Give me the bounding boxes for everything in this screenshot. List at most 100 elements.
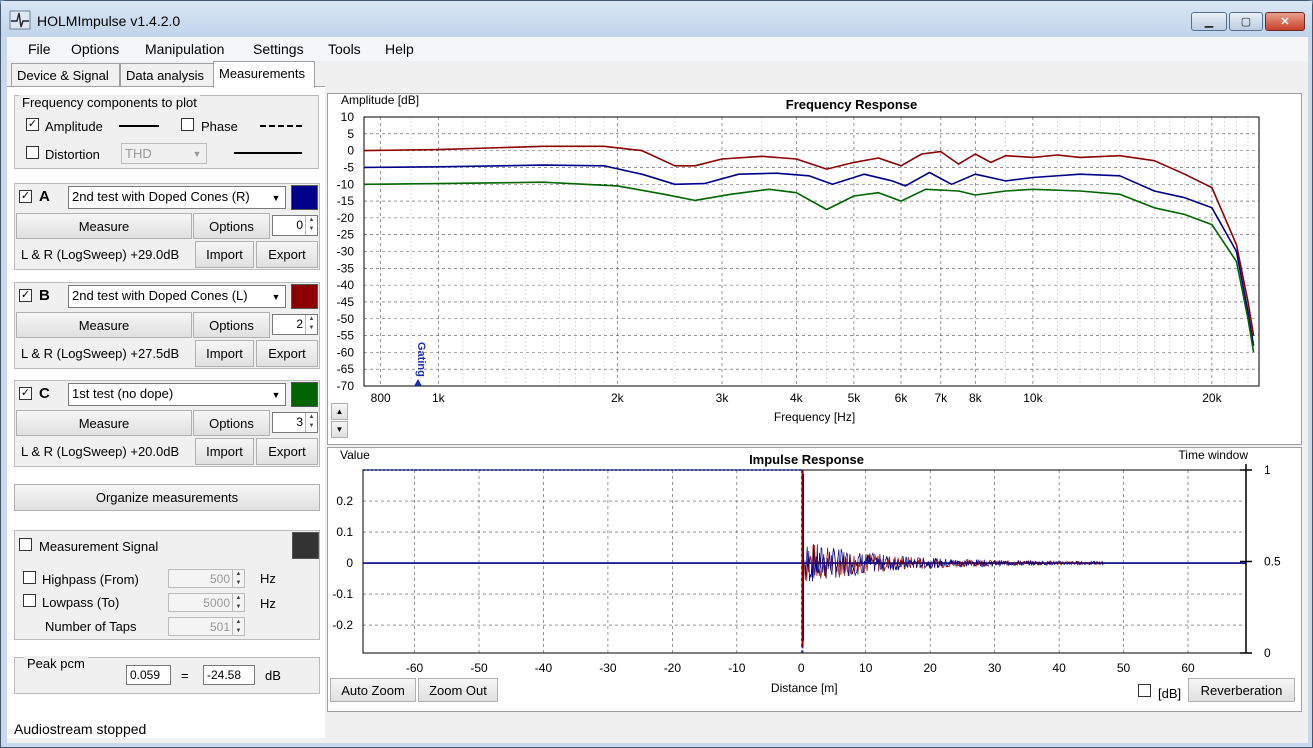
x-tick-label: 10 [859,661,873,675]
measurement-enable-checkbox[interactable]: ✓ [19,289,32,302]
measure-button[interactable]: Measure [16,410,192,436]
distortion-line-legend [234,152,302,154]
time-window-tick-label: 0 [1264,646,1271,660]
db-checkbox[interactable] [1138,684,1151,697]
menu-options[interactable]: Options [71,41,119,57]
amplitude-checkbox[interactable]: ✓ [26,118,39,131]
title-bar[interactable]: HOLMImpulse v1.4.2.0 ▁ ▢ ✕ [1,1,1312,37]
x-tick-label: -20 [664,661,682,675]
measurement-enable-checkbox[interactable]: ✓ [19,387,32,400]
close-button[interactable]: ✕ [1265,12,1305,31]
smoothing-input[interactable]: 3 ▲ ▼ [272,412,318,433]
tab-measurements[interactable]: Measurements [213,61,315,88]
measurement-name-select[interactable]: 1st test (no dope) ▼ [68,383,286,406]
lowpass-input[interactable]: 5000 ▲ ▼ [168,593,245,612]
distortion-checkbox[interactable] [26,146,39,159]
tab-device-signal[interactable]: Device & Signal [11,63,120,86]
time-window-tick-label: 0.5 [1264,555,1281,569]
options-button[interactable]: Options [193,312,270,338]
distortion-select[interactable]: THD ▼ [121,143,207,164]
y-tick-label: 0 [346,556,353,570]
y-tick-label: -35 [337,261,355,275]
phase-checkbox[interactable] [181,118,194,131]
x-axis-label: Frequency [Hz] [774,410,855,424]
reverberation-button[interactable]: Reverberation [1188,678,1295,702]
zoom-out-button[interactable]: Zoom Out [418,678,498,702]
measure-button[interactable]: Measure [16,312,192,338]
x-tick-label: 1k [432,391,446,405]
x-tick-label: 4k [790,391,804,405]
x-tick-label: 800 [371,391,391,405]
equals-sign: = [181,668,189,683]
organize-measurements-button[interactable]: Organize measurements [14,484,320,511]
measurement-letter: B [39,287,50,304]
impulse-response-chart[interactable]: -60 -50 -40 -30 -20 -10 0 10 20 30 40 50 600.20.10-0… [328,448,1301,711]
smoothing-input[interactable]: 0 ▲ ▼ [272,215,318,236]
chevron-down-icon: ▼ [192,148,202,159]
highpass-input[interactable]: 500 ▲ ▼ [168,569,245,588]
import-button[interactable]: Import [195,241,254,268]
window-title: HOLMImpulse v1.4.2.0 [37,13,181,29]
spinner-arrows-icon[interactable]: ▲ ▼ [305,216,317,235]
peak-value: 0.059 [126,665,171,685]
spinner-arrows-icon[interactable]: ▲ ▼ [232,570,244,587]
x-tick-label: -50 [470,661,488,675]
tab-data-analysis[interactable]: Data analysis [120,63,214,86]
spinner-arrows-icon[interactable]: ▲ ▼ [232,594,244,611]
minimize-button[interactable]: ▁ [1191,12,1227,31]
signal-color-swatch[interactable] [292,532,319,559]
import-button[interactable]: Import [195,438,254,465]
measurement-color-swatch[interactable] [291,284,318,309]
menu-file[interactable]: File [28,41,51,57]
client-area: File Options Manipulation Settings Tools… [7,37,1308,743]
db-label: [dB] [1158,686,1182,701]
frequency-response-chart[interactable]: 800 1k 2k 3k 4k 5k 6k 7k 8k 10k 20k 10 5 0 -5 -10 -15 -20… [328,94,1301,444]
measurement-info: L & R (LogSweep) +20.0dB [21,444,180,459]
measurement-signal-checkbox[interactable] [19,538,32,551]
measurement-name-select[interactable]: 2nd test with Doped Cones (L) ▼ [68,285,286,308]
menu-tools[interactable]: Tools [328,41,361,57]
measurement-color-swatch[interactable] [291,185,318,210]
y-tick-label: -10 [337,177,355,191]
amplitude-label: Amplitude [45,119,103,134]
measurement-signal-label: Measurement Signal [39,539,159,554]
spinner-arrows-icon[interactable]: ▲ ▼ [232,618,244,635]
taps-input[interactable]: 501 ▲ ▼ [168,617,245,636]
measure-button[interactable]: Measure [16,213,192,239]
frequency-response-panel: 800 1k 2k 3k 4k 5k 6k 7k 8k 10k 20k 10 5 0 -5 -10 -15 -20… [327,93,1302,445]
smoothing-input[interactable]: 2 ▲ ▼ [272,314,318,335]
import-button[interactable]: Import [195,340,254,367]
y-tick-label: -0.1 [332,587,353,601]
time-window-tick-label: 1 [1264,463,1271,477]
menu-settings[interactable]: Settings [253,41,304,57]
export-button[interactable]: Export [256,438,318,465]
maximize-button[interactable]: ▢ [1229,12,1263,31]
options-button[interactable]: Options [193,213,270,239]
y-tick-label: -0.2 [332,618,353,632]
y-tick-label: -40 [337,278,355,292]
measurement-name-select[interactable]: 2nd test with Doped Cones (R) ▼ [68,186,286,209]
y-tick-label: -30 [337,245,355,259]
measurement-enable-checkbox[interactable]: ✓ [19,190,32,203]
y-tick-label: -65 [337,362,355,376]
y-tick-label: 0.1 [336,525,353,539]
measurement-color-swatch[interactable] [291,382,318,407]
menu-help[interactable]: Help [385,41,414,57]
scroll-up-button[interactable]: ▲ [331,403,348,420]
export-button[interactable]: Export [256,241,318,268]
lowpass-checkbox[interactable] [23,594,36,607]
peak-label: Peak pcm [24,656,88,671]
spinner-arrows-icon[interactable]: ▲ ▼ [305,413,317,432]
spinner-arrows-icon[interactable]: ▲ ▼ [305,315,317,334]
status-bar: Audiostream stopped [7,717,1308,743]
scroll-down-button[interactable]: ▼ [331,421,348,438]
right-axis-label: Time window [1178,448,1248,462]
gating-marker[interactable] [414,379,422,386]
measurement-letter: A [39,188,50,205]
menu-manipulation[interactable]: Manipulation [145,41,224,57]
impulse-response-panel: -60 -50 -40 -30 -20 -10 0 10 20 30 40 50 60 0.2 0.1 0 -0… [327,447,1302,712]
export-button[interactable]: Export [256,340,318,367]
auto-zoom-button[interactable]: Auto Zoom [330,678,416,702]
highpass-checkbox[interactable] [23,571,36,584]
options-button[interactable]: Options [193,410,270,436]
